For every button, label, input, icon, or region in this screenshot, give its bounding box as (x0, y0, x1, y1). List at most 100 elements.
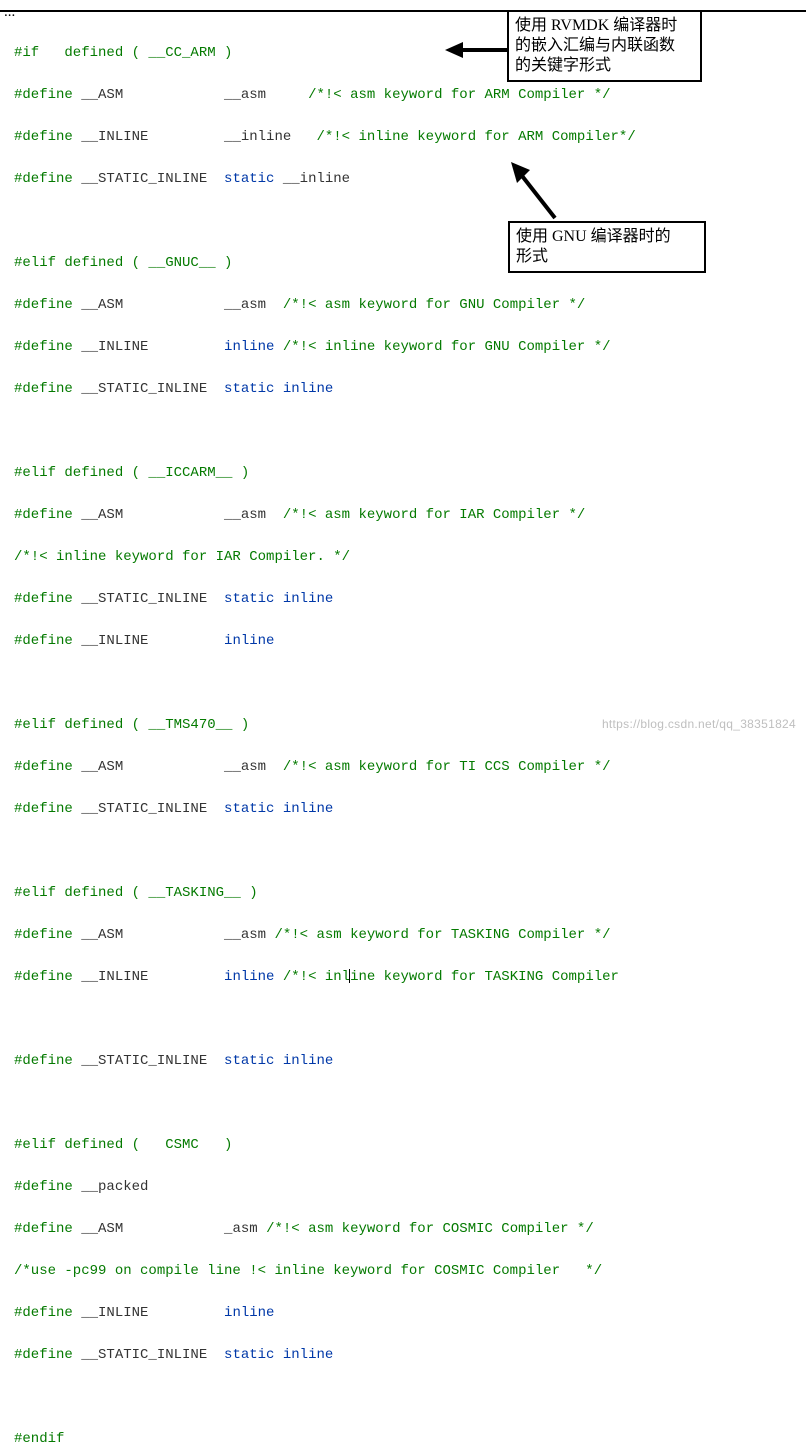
txt: __INLINE (81, 633, 224, 649)
kw: inline (224, 1305, 274, 1321)
pp: #define (14, 801, 81, 817)
pp: #endif (14, 1431, 64, 1447)
callout-rvmdk: 使用 RVMDK 编译器时 的嵌入汇编与内联函数 的关键字形式 (507, 10, 702, 82)
txt (274, 801, 282, 817)
txt: __STATIC_INLINE (81, 591, 224, 607)
cm: /*!< inl (283, 969, 350, 985)
txt: __INLINE (81, 1305, 224, 1321)
blank-line (14, 421, 792, 442)
kw: static (224, 171, 274, 187)
code-line: #define __INLINE inline /*!< inline keyw… (14, 337, 792, 358)
kw: inline (283, 591, 333, 607)
txt: __STATIC_INLINE (81, 171, 224, 187)
txt: __ASM __asm (81, 759, 283, 775)
pp: #define (14, 1179, 81, 1195)
code-line: #define __INLINE inline (14, 631, 792, 652)
code-line: #elif defined ( __ICCARM__ ) (14, 463, 792, 484)
cm: /*!< asm keyword for TASKING Compiler */ (274, 927, 610, 943)
cm: /*!< asm keyword for ARM Compiler */ (308, 87, 610, 103)
txt (274, 381, 282, 397)
kw: static (224, 1347, 274, 1363)
kw: inline (283, 381, 333, 397)
code-line: #elif defined ( CSMC ) (14, 1135, 792, 1156)
code-line: #define __STATIC_INLINE static inline (14, 379, 792, 400)
cm: /*!< asm keyword for COSMIC Compiler */ (266, 1221, 594, 1237)
txt: __STATIC_INLINE (81, 801, 224, 817)
watermark: https://blog.csdn.net/qq_38351824 (602, 717, 796, 731)
blank-line (14, 673, 792, 694)
kw: inline (224, 339, 283, 355)
txt: __INLINE (81, 969, 224, 985)
cm: /*use -pc99 on compile line !< inline ke… (14, 1263, 602, 1279)
arrow-rvmdk (445, 38, 510, 62)
pp: #elif defined ( __ICCARM__ ) (14, 465, 249, 481)
cm: /*!< asm keyword for TI CCS Compiler */ (283, 759, 611, 775)
code-line: #define __INLINE __inline /*!< inline ke… (14, 127, 792, 148)
txt: __STATIC_INLINE (81, 381, 224, 397)
pp: #define (14, 171, 81, 187)
arrow-gnu (505, 158, 575, 223)
pp: #define (14, 633, 81, 649)
pp: #define (14, 87, 81, 103)
pp: #elif defined ( CSMC ) (14, 1137, 232, 1153)
txt: __STATIC_INLINE (81, 1053, 224, 1069)
truncated-header-text: ... (4, 4, 15, 21)
callout-line: 的嵌入汇编与内联函数 (515, 36, 694, 56)
txt: __ASM _asm (81, 1221, 266, 1237)
pp: #define (14, 969, 81, 985)
code-line: #define __ASM __asm /*!< asm keyword for… (14, 505, 792, 526)
txt: __ASM __asm (81, 297, 283, 313)
txt: __ASM __asm (81, 507, 283, 523)
txt (274, 1347, 282, 1363)
txt: __STATIC_INLINE (81, 1347, 224, 1363)
pp: #define (14, 507, 81, 523)
pp: #elif defined ( __GNUC__ ) (14, 255, 232, 271)
kw: inline (283, 1347, 333, 1363)
kw: inline (283, 801, 333, 817)
callout-line: 的关键字形式 (515, 56, 694, 76)
pp: #define (14, 1221, 81, 1237)
kw: inline (224, 969, 283, 985)
code-line: #define __ASM __asm /*!< asm keyword for… (14, 85, 792, 106)
cm: /*!< inline keyword for IAR Compiler. */ (14, 549, 350, 565)
kw: static (224, 591, 274, 607)
pp: #define (14, 927, 81, 943)
kw: static (224, 1053, 274, 1069)
pp: #elif defined ( __TASKING__ ) (14, 885, 258, 901)
pp: #define (14, 759, 81, 775)
code-line: /*use -pc99 on compile line !< inline ke… (14, 1261, 792, 1282)
blank-line (14, 1093, 792, 1114)
txt: __ASM __asm (81, 87, 308, 103)
code-line: #define __STATIC_INLINE static inline (14, 1345, 792, 1366)
code-line: #define __ASM __asm /*!< asm keyword for… (14, 757, 792, 778)
code-line: #define __STATIC_INLINE static __inline (14, 169, 792, 190)
txt: __inline (274, 171, 350, 187)
code-line: #define __STATIC_INLINE static inline (14, 589, 792, 610)
blank-line (14, 841, 792, 862)
pp: #define (14, 1347, 81, 1363)
blank-line (14, 1009, 792, 1030)
cm: /*!< inline keyword for GNU Compiler */ (283, 339, 611, 355)
kw: static (224, 801, 274, 817)
code-line: #define __STATIC_INLINE static inline (14, 799, 792, 820)
txt: __INLINE __inline (81, 129, 316, 145)
callout-line: 使用 RVMDK 编译器时 (515, 16, 694, 36)
cm: ine keyword for TASKING Compiler (350, 969, 619, 985)
cm: /*!< inline keyword for ARM Compiler*/ (316, 129, 635, 145)
code-line: #define __packed (14, 1177, 792, 1198)
code-line: #endif (14, 1429, 792, 1450)
code-line: #elif defined ( __TASKING__ ) (14, 883, 792, 904)
pp: #define (14, 339, 81, 355)
code-line: #define __ASM __asm /*!< asm keyword for… (14, 925, 792, 946)
txt: __INLINE (81, 339, 224, 355)
cm: /*!< asm keyword for GNU Compiler */ (283, 297, 585, 313)
code-line: #define __INLINE inline (14, 1303, 792, 1324)
txt: __ASM __asm (81, 927, 274, 943)
code-line: /*!< inline keyword for IAR Compiler. */ (14, 547, 792, 568)
pp: #define (14, 591, 81, 607)
pp: #define (14, 129, 81, 145)
code-line: #define __ASM _asm /*!< asm keyword for … (14, 1219, 792, 1240)
code-line: #define __ASM __asm /*!< asm keyword for… (14, 295, 792, 316)
cm: /*!< asm keyword for IAR Compiler */ (283, 507, 585, 523)
blank-line (14, 1387, 792, 1408)
